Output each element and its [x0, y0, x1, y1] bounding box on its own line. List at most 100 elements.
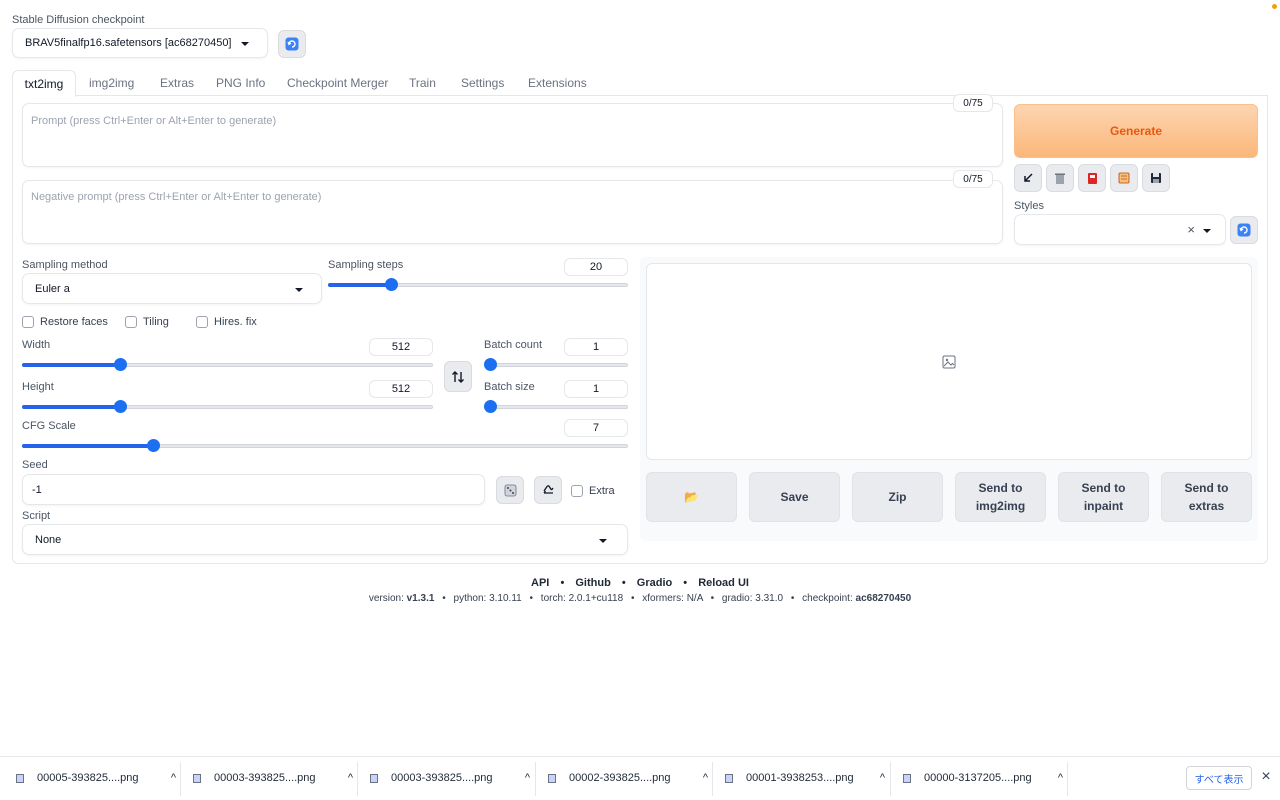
- tab-extras[interactable]: Extras: [160, 76, 194, 90]
- chevron-up-icon[interactable]: ^: [171, 772, 176, 784]
- download-item[interactable]: 00001-3938253....png ^: [725, 758, 885, 798]
- swap-dimensions-button[interactable]: [444, 361, 472, 392]
- reuse-seed-button[interactable]: [534, 476, 562, 504]
- png-file-icon: [548, 773, 556, 783]
- batch-size-slider[interactable]: [484, 400, 628, 414]
- tab-txt2img[interactable]: txt2img: [12, 70, 76, 97]
- cfg-scale-input[interactable]: 7: [564, 419, 628, 437]
- chevron-up-icon[interactable]: ^: [703, 772, 708, 784]
- refresh-icon: [285, 37, 299, 51]
- script-label: Script: [22, 510, 51, 522]
- styles-label: Styles: [1014, 200, 1044, 212]
- chevron-down-icon: [295, 288, 303, 292]
- gradio-link[interactable]: Gradio: [637, 577, 672, 589]
- send-to-img2img-button[interactable]: Send to img2img: [955, 472, 1046, 522]
- height-slider[interactable]: [22, 400, 433, 414]
- tab-train[interactable]: Train: [409, 76, 436, 90]
- slider-thumb[interactable]: [114, 358, 127, 371]
- send-to-inpaint-button[interactable]: Send to inpaint: [1058, 472, 1149, 522]
- divider: [535, 762, 536, 796]
- extra-checkbox[interactable]: Extra: [571, 485, 615, 497]
- script-dropdown[interactable]: None: [22, 524, 628, 555]
- cfg-scale-slider[interactable]: [22, 439, 628, 453]
- negative-prompt-textarea[interactable]: Negative prompt (press Ctrl+Enter or Alt…: [22, 180, 1003, 244]
- tab-img2img[interactable]: img2img: [89, 76, 134, 90]
- download-item[interactable]: 00000-3137205....png ^: [903, 758, 1063, 798]
- send-to-extras-button[interactable]: Send to extras: [1161, 472, 1252, 522]
- width-input[interactable]: 512: [369, 338, 433, 356]
- checkpoint-label: Stable Diffusion checkpoint: [12, 14, 145, 26]
- clear-prompt-button[interactable]: [1046, 164, 1074, 192]
- styles-clear-icon[interactable]: ×: [1187, 222, 1195, 237]
- close-download-bar-button[interactable]: ×: [1258, 768, 1274, 786]
- checkpoint-dropdown[interactable]: BRAV5finalfp16.safetensors [ac68270450]: [12, 28, 268, 58]
- random-seed-button[interactable]: [496, 476, 524, 504]
- slider-thumb[interactable]: [114, 400, 127, 413]
- seed-label: Seed: [22, 459, 48, 471]
- download-item[interactable]: 00002-393825....png ^: [548, 758, 708, 798]
- save-button[interactable]: Save: [749, 472, 840, 522]
- save-style-button[interactable]: [1142, 164, 1170, 192]
- sampling-steps-input[interactable]: 20: [564, 258, 628, 276]
- trash-icon: [1055, 173, 1065, 184]
- refresh-styles-button[interactable]: [1230, 216, 1258, 244]
- arrow-diagonal-icon: [1024, 173, 1033, 182]
- api-link[interactable]: API: [531, 577, 549, 589]
- tab-extensions[interactable]: Extensions: [528, 76, 587, 90]
- zip-button[interactable]: Zip: [852, 472, 943, 522]
- download-item[interactable]: 00003-393825....png ^: [370, 758, 530, 798]
- restore-faces-checkbox[interactable]: Restore faces: [22, 316, 108, 328]
- slider-thumb[interactable]: [484, 358, 497, 371]
- slider-track[interactable]: [484, 363, 628, 367]
- slider-fill: [22, 444, 149, 448]
- slider-thumb[interactable]: [385, 278, 398, 291]
- seed-input[interactable]: -1: [22, 474, 485, 505]
- download-item[interactable]: 00003-393825....png ^: [193, 758, 353, 798]
- slider-track[interactable]: [484, 405, 628, 409]
- github-link[interactable]: Github: [575, 577, 610, 589]
- negative-prompt-placeholder: Negative prompt (press Ctrl+Enter or Alt…: [31, 191, 322, 203]
- sampling-method-dropdown[interactable]: Euler a: [22, 273, 322, 304]
- batch-count-input[interactable]: 1: [564, 338, 628, 356]
- chevron-up-icon[interactable]: ^: [1058, 772, 1063, 784]
- show-extra-networks-button[interactable]: [1078, 164, 1106, 192]
- batch-count-slider[interactable]: [484, 358, 628, 372]
- slider-thumb[interactable]: [147, 439, 160, 452]
- batch-size-input[interactable]: 1: [564, 380, 628, 398]
- chevron-up-icon[interactable]: ^: [525, 772, 530, 784]
- tab-png-info[interactable]: PNG Info: [216, 76, 265, 90]
- tab-settings[interactable]: Settings: [461, 76, 504, 90]
- prompt-textarea[interactable]: Prompt (press Ctrl+Enter or Alt+Enter to…: [22, 103, 1003, 167]
- width-slider[interactable]: [22, 358, 433, 372]
- checkbox-box[interactable]: [196, 316, 208, 328]
- prompt-placeholder: Prompt (press Ctrl+Enter or Alt+Enter to…: [31, 115, 277, 127]
- hires-fix-checkbox[interactable]: Hires. fix: [196, 316, 257, 328]
- sampling-steps-slider[interactable]: [328, 278, 628, 292]
- torch-version: torch: 2.0.1+cu118: [540, 593, 624, 604]
- download-item[interactable]: 00005-393825....png ^: [16, 758, 176, 798]
- apply-style-button[interactable]: [1110, 164, 1138, 192]
- tiling-checkbox[interactable]: Tiling: [125, 316, 169, 328]
- open-folder-button[interactable]: 📂: [646, 472, 737, 522]
- generate-button[interactable]: Generate: [1014, 104, 1258, 158]
- show-all-downloads-button[interactable]: すべて表示: [1186, 766, 1252, 790]
- reload-ui-link[interactable]: Reload UI: [698, 577, 749, 589]
- chevron-down-icon: [599, 539, 607, 543]
- chevron-up-icon[interactable]: ^: [348, 772, 353, 784]
- tab-checkpoint-merger[interactable]: Checkpoint Merger: [287, 76, 388, 90]
- refresh-checkpoint-button[interactable]: [278, 30, 306, 58]
- checkbox-box[interactable]: [571, 485, 583, 497]
- slider-fill: [328, 283, 388, 287]
- save-floppy-icon: [1151, 173, 1161, 183]
- footer-links: API • Github • Gradio • Reload UI: [531, 577, 749, 589]
- chevron-down-icon: [1203, 229, 1211, 233]
- read-params-button[interactable]: [1014, 164, 1042, 192]
- slider-thumb[interactable]: [484, 400, 497, 413]
- png-file-icon: [370, 773, 378, 783]
- height-input[interactable]: 512: [369, 380, 433, 398]
- checkbox-box[interactable]: [22, 316, 34, 328]
- chevron-up-icon[interactable]: ^: [880, 772, 885, 784]
- styles-dropdown[interactable]: ×: [1014, 214, 1226, 245]
- checkbox-box[interactable]: [125, 316, 137, 328]
- prompt-token-counter: 0/75: [953, 94, 993, 112]
